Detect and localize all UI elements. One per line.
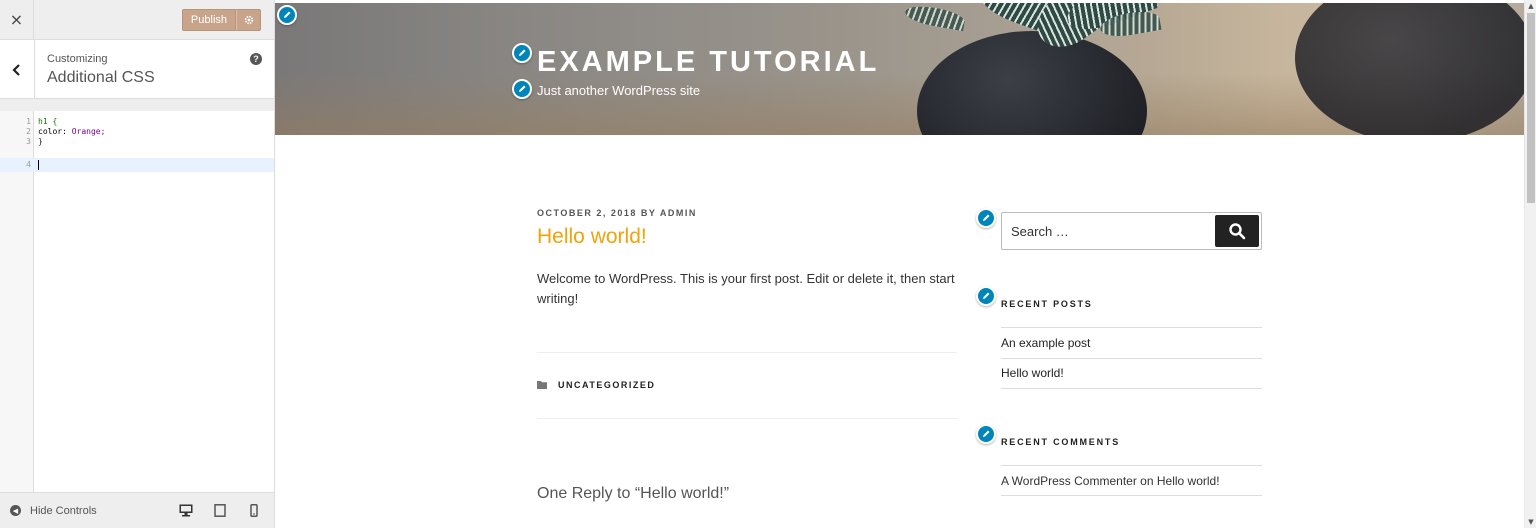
comment-author-link[interactable]: A WordPress Commenter bbox=[1001, 474, 1137, 488]
site-preview: EXAMPLE TUTORIAL Just another WordPress … bbox=[275, 0, 1536, 528]
section-heading: Customizing Additional CSS ? bbox=[35, 40, 274, 98]
code-line[interactable]: 3 } bbox=[0, 137, 274, 147]
customizing-label: Customizing bbox=[47, 53, 108, 65]
code-line-active[interactable]: 4 bbox=[0, 158, 274, 172]
divider bbox=[1001, 358, 1262, 359]
divider bbox=[537, 352, 957, 353]
site-title[interactable]: EXAMPLE TUTORIAL bbox=[537, 46, 879, 79]
comment-on-label: on bbox=[1140, 474, 1154, 488]
back-button[interactable] bbox=[0, 40, 35, 99]
recent-posts-title: RECENT POSTS bbox=[1001, 299, 1093, 309]
recent-comments-title: RECENT COMMENTS bbox=[1001, 437, 1120, 447]
post-by-label: BY bbox=[640, 208, 657, 218]
close-customizer-button[interactable]: × bbox=[0, 0, 34, 40]
edit-shortcut-recent-posts[interactable] bbox=[976, 286, 996, 306]
code-line[interactable]: 2 color: Orange; bbox=[0, 127, 274, 137]
css-property: color: bbox=[38, 127, 72, 136]
comments-title: One Reply to “Hello world!” bbox=[537, 485, 730, 502]
desktop-preview-button[interactable] bbox=[178, 504, 194, 518]
search-form bbox=[1001, 212, 1262, 250]
hide-controls-label: Hide Controls bbox=[30, 504, 97, 517]
css-code-editor[interactable]: 1 h1 { 2 color: Orange; 3 } 4 bbox=[0, 111, 274, 492]
help-icon[interactable]: ? bbox=[250, 53, 262, 65]
post-date[interactable]: OCTOBER 2, 2018 bbox=[537, 208, 637, 218]
text-cursor bbox=[38, 159, 39, 170]
post-content: Welcome to WordPress. This is your first… bbox=[537, 271, 955, 306]
css-value: Orange; bbox=[71, 127, 106, 136]
site-description: Just another WordPress site bbox=[537, 83, 701, 98]
pencil-icon bbox=[983, 292, 990, 299]
header-image-object bbox=[1295, 3, 1524, 135]
line-number: 1 bbox=[26, 117, 31, 126]
pencil-icon bbox=[284, 11, 291, 18]
folder-icon bbox=[537, 381, 547, 389]
preview-scrollbar[interactable]: ▲ ▼ bbox=[1524, 0, 1536, 528]
edit-shortcut-recent-comments[interactable] bbox=[976, 424, 996, 444]
mobile-preview-button[interactable] bbox=[246, 504, 262, 518]
desktop-icon bbox=[179, 504, 193, 517]
line-number: 3 bbox=[26, 137, 31, 146]
pencil-icon bbox=[519, 49, 526, 56]
scroll-up-icon[interactable]: ▲ bbox=[1525, 0, 1536, 12]
code-line[interactable]: 1 h1 { bbox=[0, 117, 274, 127]
search-icon bbox=[1229, 223, 1246, 240]
divider bbox=[1001, 495, 1262, 496]
header-image: EXAMPLE TUTORIAL Just another WordPress … bbox=[275, 3, 1524, 135]
code-text: } bbox=[38, 137, 43, 146]
post-title[interactable]: Hello world! bbox=[537, 225, 647, 249]
chevron-left-icon bbox=[12, 63, 20, 76]
edit-shortcut-header[interactable] bbox=[277, 5, 297, 25]
post-category: UNCATEGORIZED bbox=[537, 380, 655, 390]
recent-comment: A WordPress Commenter on Hello world! bbox=[1001, 474, 1220, 488]
comment-post-link[interactable]: Hello world! bbox=[1157, 474, 1220, 488]
mobile-icon bbox=[250, 504, 258, 517]
edit-shortcut-search-widget[interactable] bbox=[976, 208, 996, 228]
post-meta: OCTOBER 2, 2018 BY ADMIN bbox=[537, 208, 697, 218]
tablet-icon bbox=[214, 504, 226, 517]
divider bbox=[1001, 465, 1262, 466]
header-image-pot bbox=[917, 31, 1147, 135]
pencil-icon bbox=[519, 85, 526, 92]
divider bbox=[537, 418, 957, 419]
search-button[interactable] bbox=[1215, 215, 1259, 247]
code-text bbox=[38, 158, 39, 172]
category-link[interactable]: UNCATEGORIZED bbox=[558, 380, 655, 390]
collapse-icon: ◀ bbox=[10, 505, 21, 516]
section-header: Customizing Additional CSS ? bbox=[0, 40, 274, 99]
divider bbox=[1001, 327, 1262, 328]
section-title: Additional CSS bbox=[47, 69, 155, 86]
pencil-icon bbox=[983, 430, 990, 437]
line-number: 2 bbox=[26, 127, 31, 136]
hide-controls-button[interactable]: ◀ Hide Controls bbox=[10, 505, 97, 517]
publish-actions: Publish bbox=[181, 8, 261, 31]
publish-button[interactable]: Publish bbox=[181, 8, 236, 31]
device-preview-toggles bbox=[178, 504, 262, 518]
divider bbox=[1001, 388, 1262, 389]
edit-shortcut-tagline[interactable] bbox=[512, 79, 532, 99]
recent-post-link[interactable]: Hello world! bbox=[1001, 366, 1064, 380]
scroll-down-icon[interactable]: ▼ bbox=[1525, 516, 1536, 528]
header-image-leaf bbox=[903, 3, 967, 32]
pencil-icon bbox=[983, 214, 990, 221]
gear-icon bbox=[244, 15, 253, 24]
code-text: h1 { bbox=[38, 117, 58, 126]
line-number: 4 bbox=[26, 160, 31, 169]
customizer-footer: ◀ Hide Controls bbox=[0, 492, 274, 528]
recent-post-link[interactable]: An example post bbox=[1001, 336, 1090, 350]
customizer-header: × Publish bbox=[0, 0, 274, 40]
code-text: color: Orange; bbox=[38, 127, 105, 137]
scrollbar-thumb[interactable] bbox=[1527, 13, 1535, 203]
edit-shortcut-site-title[interactable] bbox=[512, 43, 532, 63]
customizer-sidebar: × Publish Customizing Additional CSS ? 1… bbox=[0, 0, 275, 528]
tablet-preview-button[interactable] bbox=[212, 504, 228, 518]
publish-settings-button[interactable] bbox=[236, 8, 261, 31]
search-input[interactable] bbox=[1002, 223, 1212, 239]
post-author[interactable]: ADMIN bbox=[660, 208, 697, 218]
